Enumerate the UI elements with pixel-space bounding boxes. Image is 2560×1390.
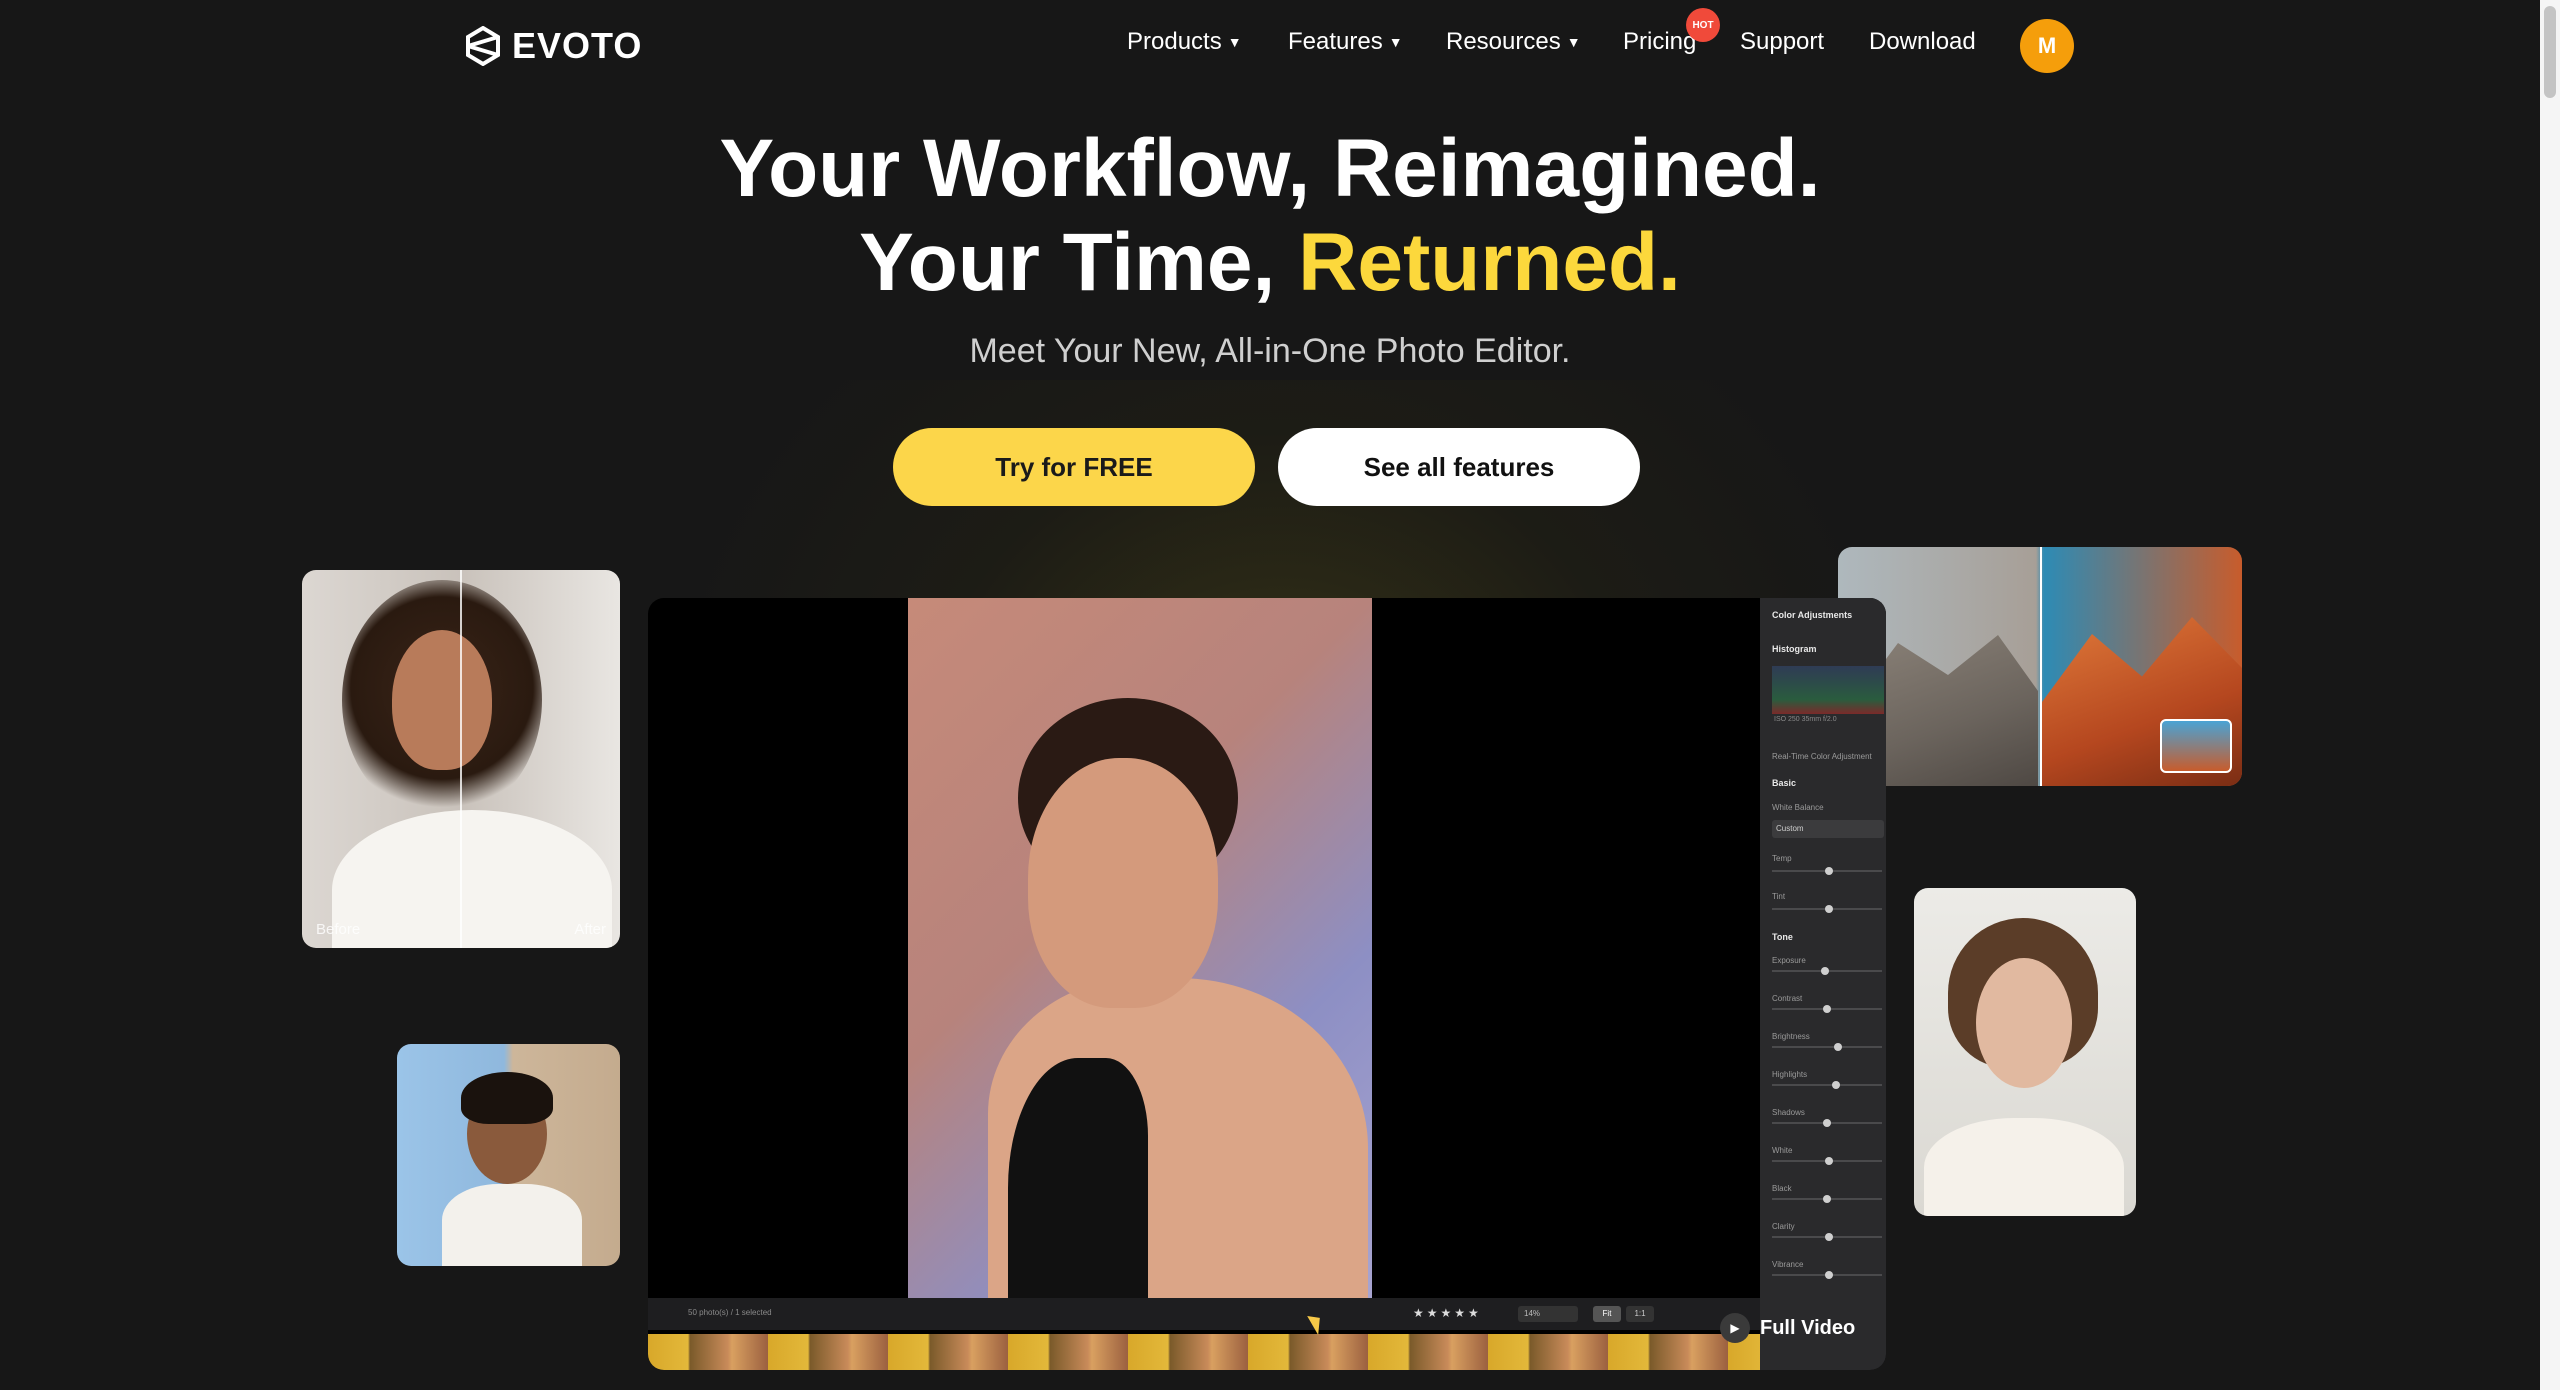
nav-pricing-label: Pricing [1623, 28, 1697, 55]
man-tank-top [442, 1184, 582, 1266]
logo-text: EVOTO [512, 25, 643, 66]
slider-label-vibrance: Vibrance [1772, 1260, 1804, 1269]
basic-title[interactable]: Basic [1772, 778, 1796, 788]
caret-down-icon: ▼ [1227, 34, 1242, 50]
nav-resources[interactable]: Resources ▼ [1446, 28, 1581, 56]
temp-label: Temp [1772, 854, 1792, 863]
man-hair [461, 1072, 553, 1124]
nav-support[interactable]: Support [1740, 28, 1824, 56]
white-balance-select[interactable]: Custom [1772, 820, 1884, 838]
editor-toolbar: 50 photo(s) / 1 selected ★★★★★ 14% Fit 1… [648, 1298, 1760, 1330]
nav-pricing[interactable]: Pricing [1623, 28, 1696, 56]
nav-features-label: Features [1288, 28, 1383, 55]
slider-knob-white[interactable] [1825, 1157, 1834, 1165]
smiling-man-card [397, 1044, 620, 1266]
tone-title: Tone [1772, 932, 1793, 942]
realtime-label: Real-Time Color Adjustment [1772, 752, 1872, 761]
slider-label-shadows: Shadows [1772, 1108, 1805, 1117]
user-avatar[interactable]: M [2020, 19, 2074, 73]
after-label: After [574, 921, 606, 938]
slider-label-white: White [1772, 1146, 1793, 1155]
nav-support-label: Support [1740, 28, 1825, 55]
histogram-graph [1772, 666, 1884, 714]
histogram-caption: ISO 250 35mm f/2.0 [1774, 716, 1837, 723]
hero-headline-line1: Your Workflow, Reimagined. [719, 123, 1821, 214]
nav-download[interactable]: Download [1869, 28, 1976, 56]
slider-knob-brightness[interactable] [1834, 1043, 1842, 1051]
color-adjustments-title: Color Adjustments [1772, 610, 1853, 620]
star-rating[interactable]: ★★★★★ [1413, 1306, 1482, 1320]
woman-shirt [1924, 1118, 2124, 1216]
slider-label-exposure: Exposure [1772, 956, 1806, 965]
slider-label-black: Black [1772, 1184, 1792, 1193]
slider-track-highlights[interactable] [1772, 1084, 1882, 1086]
slider-label-contrast: Contrast [1772, 994, 1803, 1003]
before-after-divider[interactable] [460, 570, 462, 948]
nav-products[interactable]: Products ▼ [1127, 28, 1242, 56]
full-video-label: Full Video [1760, 1316, 1856, 1339]
evoto-logo[interactable]: EVOTO [466, 22, 642, 70]
slider-knob-shadows[interactable] [1823, 1119, 1831, 1127]
white-balance-label: White Balance [1772, 803, 1824, 812]
zoom-select[interactable]: 14% [1518, 1306, 1578, 1322]
temp-slider-knob[interactable] [1825, 867, 1834, 875]
evoto-logo-icon [466, 26, 500, 66]
one-to-one-button[interactable]: 1:1 [1626, 1306, 1654, 1322]
slider-track-brightness[interactable] [1772, 1046, 1882, 1048]
slider-knob-contrast[interactable] [1823, 1005, 1831, 1013]
nav-download-label: Download [1869, 28, 1976, 55]
hero-subtitle: Meet Your New, All-in-One Photo Editor. [969, 332, 1571, 370]
woman-face [1976, 958, 2072, 1088]
slider-knob-black[interactable] [1823, 1195, 1831, 1203]
full-video-button[interactable]: ▶ Full Video [1720, 1312, 1855, 1344]
portrait-shirt [332, 810, 612, 948]
top-navigation: EVOTO Products ▼ Features ▼ Resources ▼ … [0, 0, 2540, 90]
slider-label-highlights: Highlights [1772, 1070, 1808, 1079]
nav-products-label: Products [1127, 28, 1222, 55]
fit-button[interactable]: Fit [1593, 1306, 1621, 1322]
see-all-features-button[interactable]: See all features [1278, 428, 1640, 506]
nav-resources-label: Resources [1446, 28, 1561, 55]
scrollbar-thumb[interactable] [2544, 6, 2556, 98]
slider-label-brightness: Brightness [1772, 1032, 1810, 1041]
portrait-face [392, 630, 492, 770]
hero-headline-highlight: Returned. [1298, 217, 1681, 308]
model-dress [1008, 1058, 1148, 1318]
slider-knob-vibrance[interactable] [1825, 1271, 1834, 1279]
nav-features[interactable]: Features ▼ [1288, 28, 1403, 56]
short-hair-portrait-card [1914, 888, 2136, 1216]
photo-filmstrip[interactable] [648, 1334, 1760, 1370]
slider-knob-clarity[interactable] [1825, 1233, 1834, 1241]
caret-down-icon: ▼ [1566, 34, 1581, 50]
slider-knob-exposure[interactable] [1820, 967, 1829, 975]
model-face [1028, 758, 1218, 1008]
caret-down-icon: ▼ [1388, 34, 1403, 50]
main-photo-canvas [908, 598, 1372, 1318]
slider-knob-highlights[interactable] [1831, 1081, 1840, 1089]
play-icon: ▶ [1720, 1313, 1750, 1343]
histogram-title[interactable]: Histogram [1772, 644, 1817, 654]
hero-headline-part: Your Time, [859, 217, 1276, 308]
before-label: Before [316, 921, 361, 938]
landscape-before-after-card [1838, 547, 2242, 786]
photo-count-status: 50 photo(s) / 1 selected [688, 1308, 772, 1317]
try-for-free-button[interactable]: Try for FREE [893, 428, 1255, 506]
slider-label-clarity: Clarity [1772, 1222, 1795, 1231]
landscape-thumbnail [2160, 719, 2232, 773]
hot-badge: HOT [1686, 8, 1720, 42]
page-scrollbar[interactable] [2540, 0, 2560, 1390]
editor-preview: Color Adjustments Histogram ISO 250 35mm… [648, 598, 1886, 1370]
adjustments-panel: Color Adjustments Histogram ISO 250 35mm… [1760, 598, 1886, 1370]
hero-headline-line2: Your Time, Returned. [0, 222, 2540, 304]
tint-slider-knob[interactable] [1825, 905, 1834, 913]
before-after-portrait-card: Before After [302, 570, 620, 948]
landscape-divider [2040, 547, 2042, 786]
tint-label: Tint [1772, 892, 1786, 901]
